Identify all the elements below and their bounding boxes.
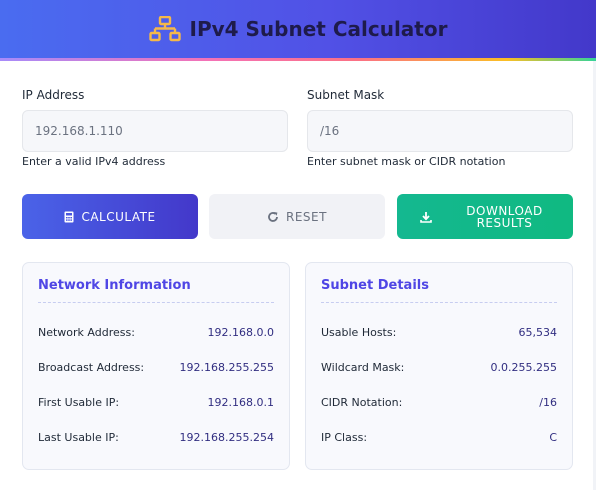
info-row: First Usable IP: 192.168.0.1 [38, 393, 274, 411]
card-divider [321, 302, 557, 303]
reset-button[interactable]: RESET [209, 194, 385, 239]
row-value: 192.168.255.254 [179, 430, 274, 444]
row-label: Broadcast Address: [38, 360, 145, 374]
row-value: 192.168.0.1 [207, 395, 274, 409]
row-label: CIDR Notation: [321, 395, 403, 409]
row-value: C [549, 430, 557, 444]
row-label: Network Address: [38, 325, 135, 339]
title-wrap: IPv4 Subnet Calculator [148, 16, 448, 42]
ip-address-hint: Enter a valid IPv4 address [22, 155, 166, 168]
row-label: IP Class: [321, 430, 368, 444]
network-information-card: Network Information Network Address: 192… [22, 262, 290, 470]
subnet-mask-input[interactable]: /16 [307, 110, 573, 152]
info-row: Network Address: 192.168.0.0 [38, 323, 274, 341]
subnet-mask-label: Subnet Mask [307, 88, 385, 102]
app-header: IPv4 Subnet Calculator [0, 0, 596, 58]
network-information-title: Network Information [38, 278, 191, 293]
info-row: Usable Hosts: 65,534 [321, 323, 557, 341]
info-row: Broadcast Address: 192.168.255.255 [38, 358, 274, 376]
calculate-button[interactable]: CALCULATE [22, 194, 198, 239]
info-row: Wildcard Mask: 0.0.255.255 [321, 358, 557, 376]
calculate-label: CALCULATE [81, 209, 156, 224]
row-value: 0.0.255.255 [490, 360, 557, 374]
download-results-button[interactable]: DOWNLOAD RESULTS [397, 194, 573, 239]
calculator-icon [64, 211, 74, 222]
network-sitemap-icon [148, 16, 181, 42]
refresh-icon [268, 211, 278, 222]
info-row: Last Usable IP: 192.168.255.254 [38, 428, 274, 446]
info-row: CIDR Notation: /16 [321, 393, 557, 411]
row-label: Wildcard Mask: [321, 360, 405, 374]
row-value: 192.168.0.0 [207, 325, 274, 339]
row-value: 192.168.255.255 [179, 360, 274, 374]
download-icon [419, 211, 432, 223]
subnet-mask-value: /16 [320, 124, 340, 138]
reset-label: RESET [286, 209, 327, 224]
subnet-mask-hint: Enter subnet mask or CIDR notation [307, 155, 506, 168]
card-divider [38, 302, 274, 303]
ip-address-label: IP Address [22, 88, 85, 102]
ip-address-input[interactable]: 192.168.1.110 [22, 110, 288, 152]
page-title: IPv4 Subnet Calculator [189, 17, 448, 41]
row-label: Last Usable IP: [38, 430, 119, 444]
row-label: Usable Hosts: [321, 325, 397, 339]
header-accent-bar [0, 58, 596, 61]
ip-address-value: 192.168.1.110 [35, 124, 123, 138]
info-row: IP Class: C [321, 428, 557, 446]
subnet-details-title: Subnet Details [321, 278, 429, 293]
row-label: First Usable IP: [38, 395, 120, 409]
row-value: /16 [539, 395, 557, 409]
row-value: 65,534 [518, 325, 558, 339]
download-results-label: DOWNLOAD RESULTS [466, 203, 543, 230]
subnet-details-card: Subnet Details Usable Hosts: 65,534 Wild… [305, 262, 573, 470]
